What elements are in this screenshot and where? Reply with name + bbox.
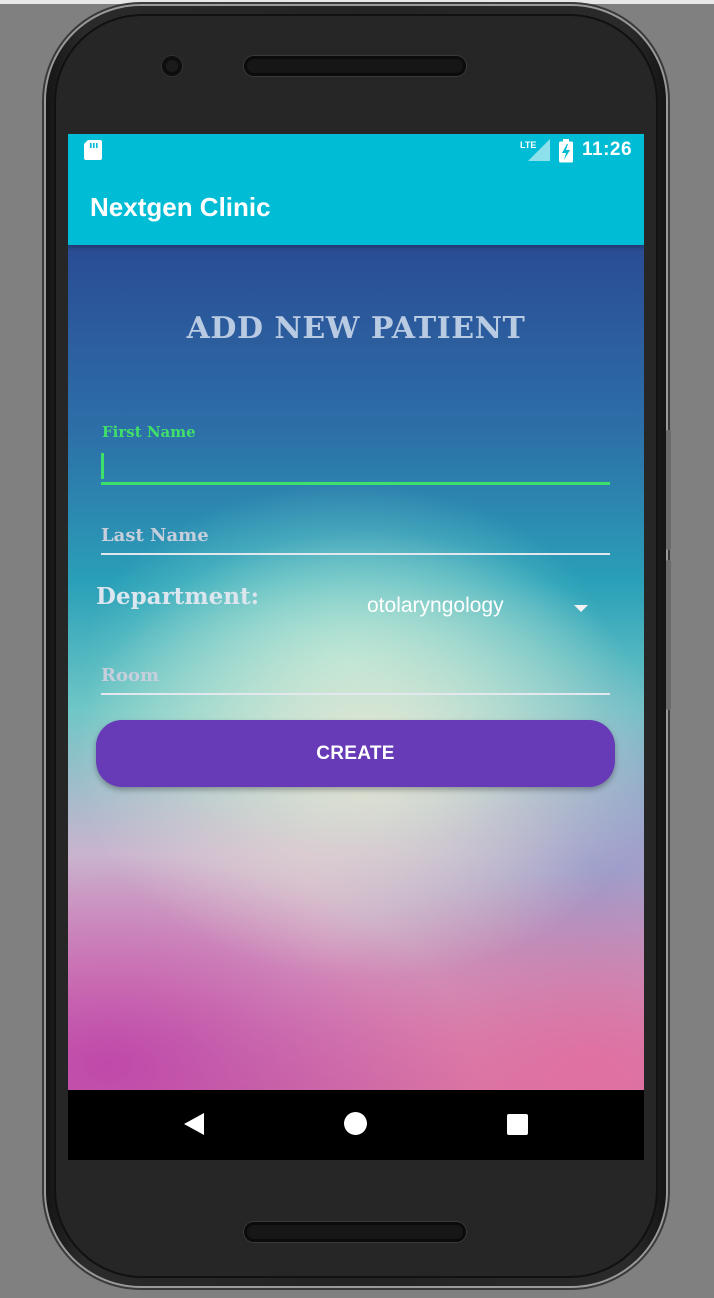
top-speaker [244, 56, 466, 76]
last-name-input[interactable]: Last Name [101, 521, 610, 555]
room-underline [101, 693, 610, 695]
phone-screen: LTE 11:26 Nextgen Clinic ADD NEW PATIENT… [68, 134, 644, 1160]
navigation-bar [68, 1090, 644, 1160]
department-selected-value: otolaryngology [367, 594, 504, 617]
last-name-placeholder: Last Name [101, 525, 209, 546]
form-title: ADD NEW PATIENT [186, 311, 526, 346]
app-bar: Nextgen Clinic [68, 168, 644, 245]
room-input[interactable]: Room [101, 661, 610, 695]
window-top-edge [0, 0, 714, 4]
first-name-label: First Name [102, 423, 196, 441]
lte-signal-icon: LTE [520, 139, 550, 161]
power-button [666, 560, 671, 710]
department-dropdown[interactable]: otolaryngology [358, 591, 598, 627]
create-button[interactable]: CREATE [96, 720, 615, 787]
lte-label: LTE [520, 140, 536, 150]
department-label: Department: [96, 583, 260, 610]
back-icon[interactable] [182, 1112, 206, 1136]
first-name-underline [101, 482, 610, 485]
add-patient-form: ADD NEW PATIENT First Name Last Name Dep… [68, 245, 644, 1090]
home-icon[interactable] [344, 1112, 367, 1135]
first-name-input[interactable] [101, 449, 610, 485]
dropdown-arrow-icon [574, 605, 588, 612]
battery-charging-icon [559, 139, 573, 163]
bottom-speaker [244, 1222, 466, 1242]
last-name-underline [101, 553, 610, 555]
volume-button [666, 430, 671, 550]
room-placeholder: Room [101, 665, 160, 686]
front-camera [162, 56, 182, 76]
recent-apps-icon[interactable] [507, 1114, 528, 1135]
status-bar: LTE 11:26 [68, 134, 644, 168]
status-clock: 11:26 [582, 139, 633, 160]
app-title: Nextgen Clinic [90, 192, 271, 222]
text-cursor [101, 453, 104, 479]
sd-card-icon [84, 140, 102, 160]
